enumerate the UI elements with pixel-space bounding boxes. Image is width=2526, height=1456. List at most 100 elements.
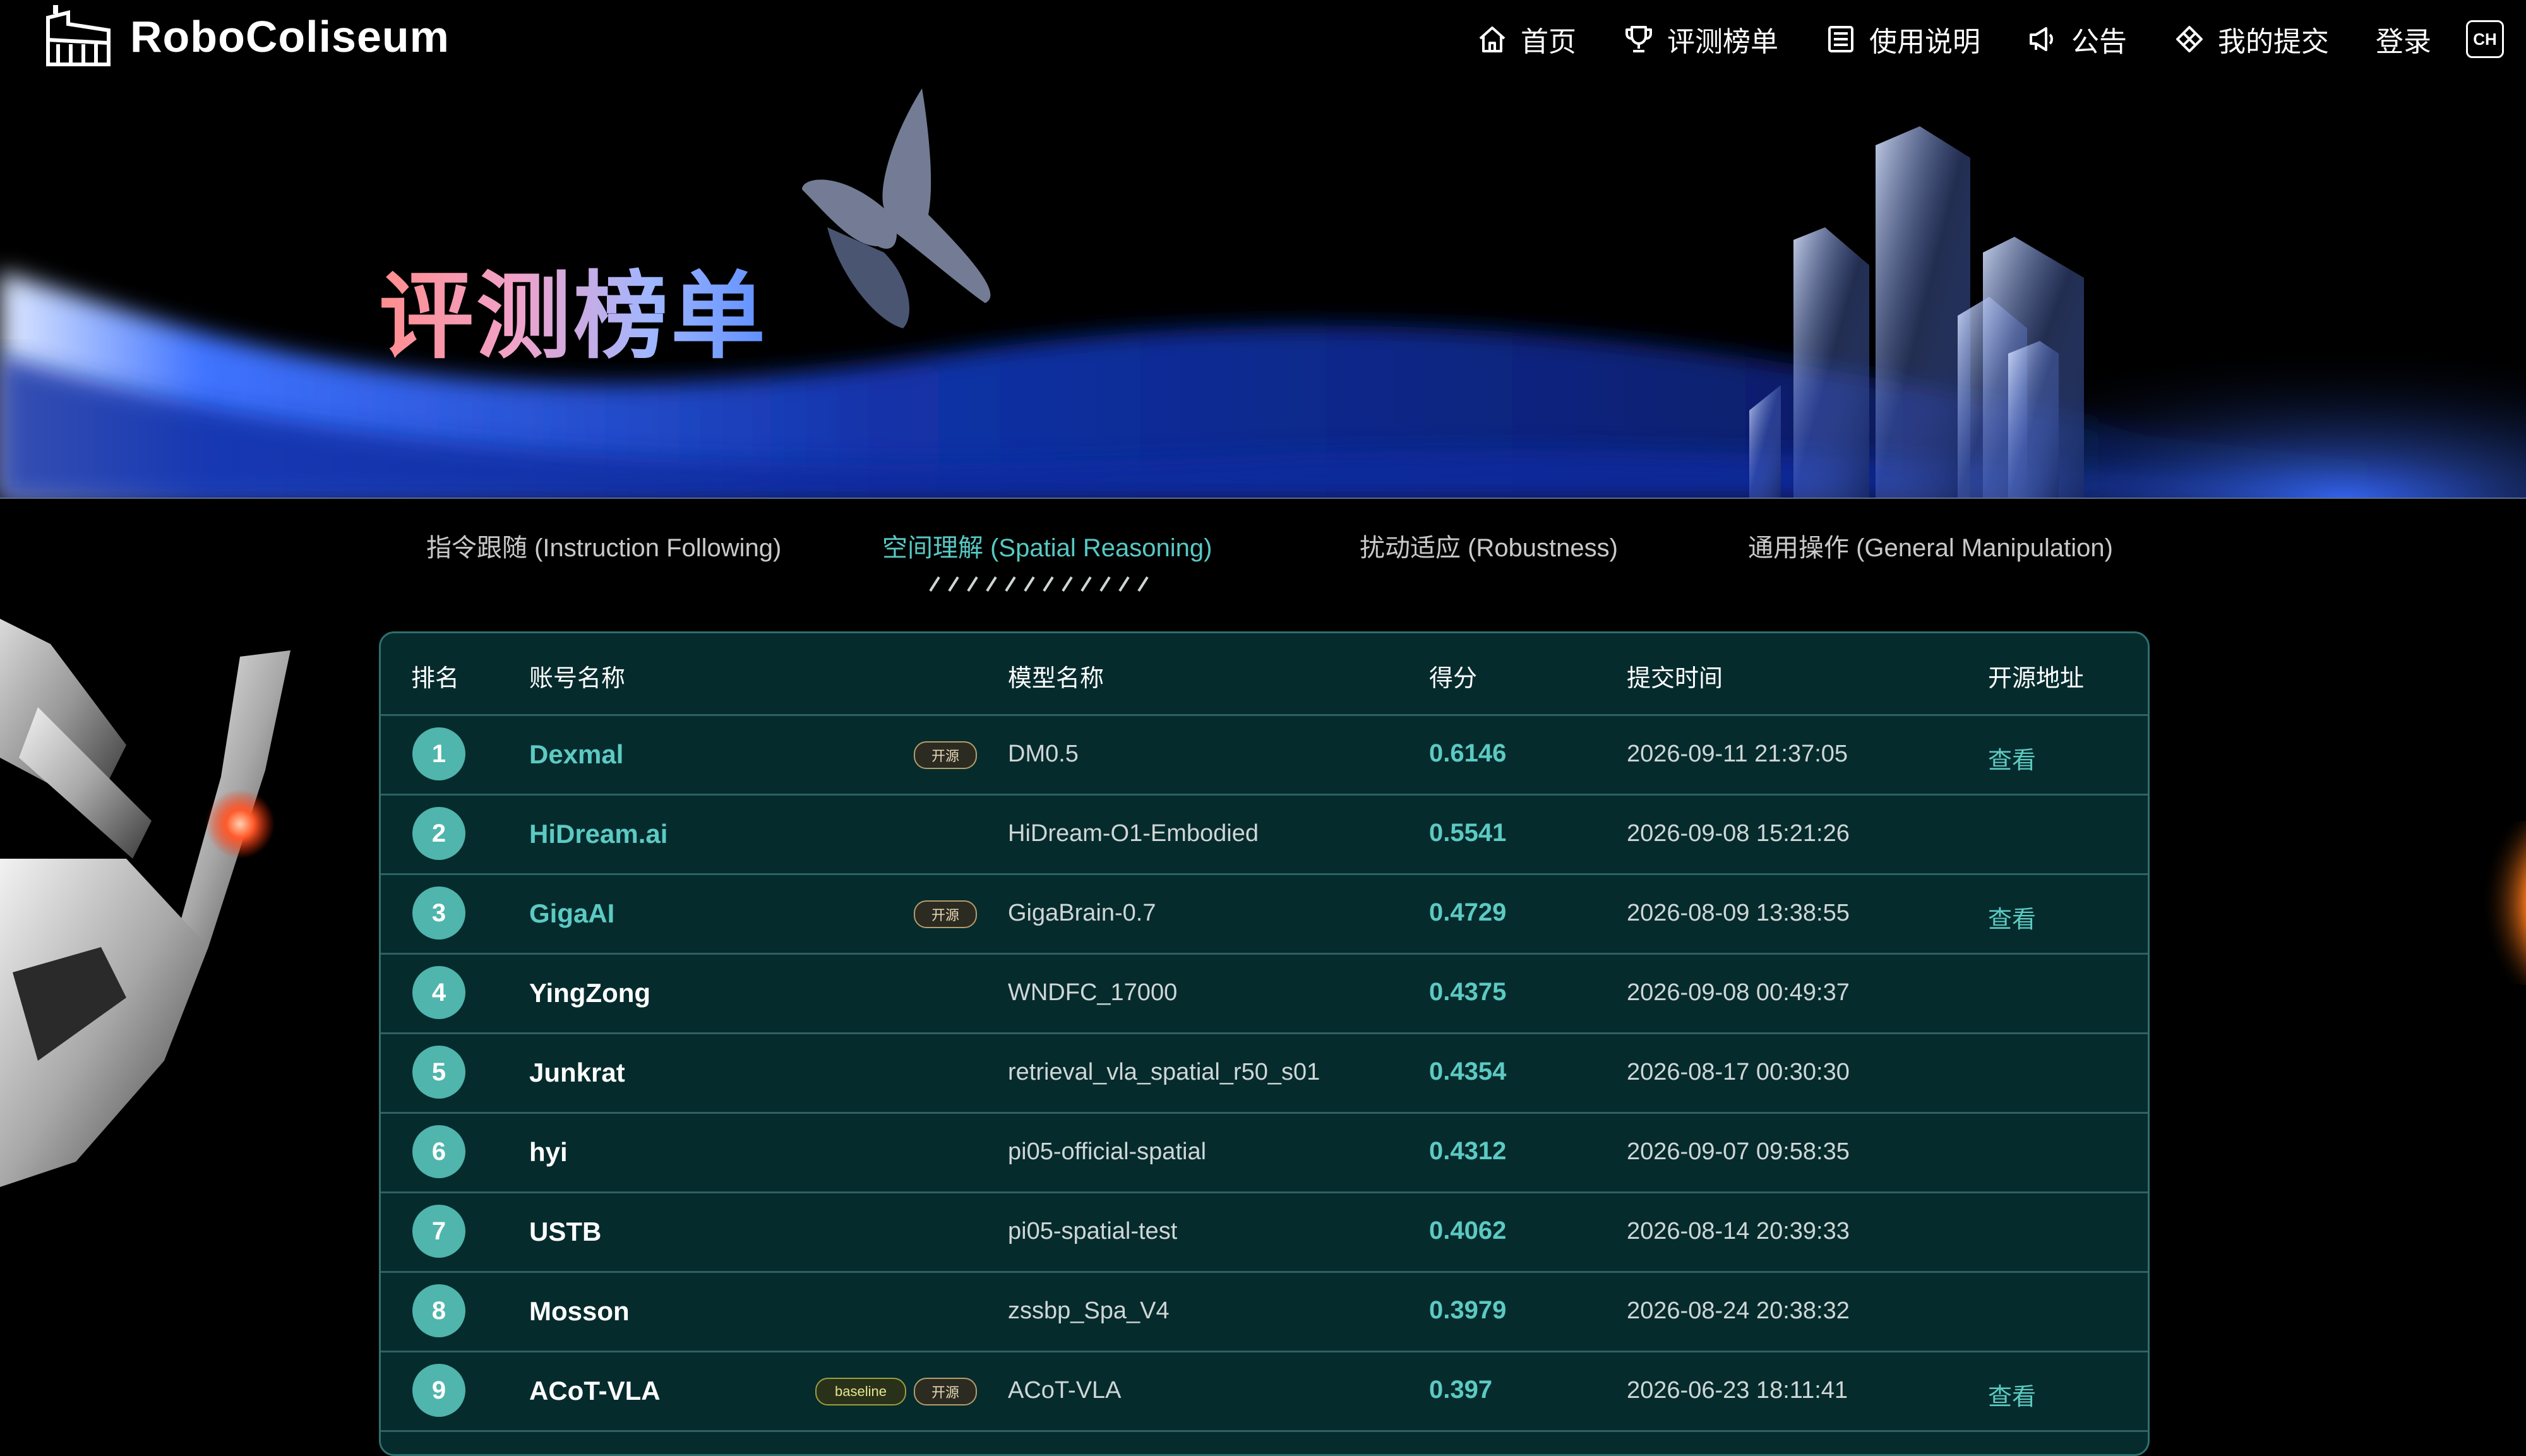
submit-time: 2026-08-09 13:38:55 bbox=[1627, 900, 1850, 926]
right-glow-decoration bbox=[2450, 821, 2526, 985]
table-row[interactable]: 1 Dexmal 开源 DM0.5 0.6146 2026-09-11 21:37:05 查… bbox=[381, 714, 2148, 796]
tab-spatial-reasoning[interactable]: 空间理解 (Spatial Reasoning) bbox=[882, 527, 1212, 564]
hero-divider bbox=[0, 498, 2526, 499]
score-value: 0.4354 bbox=[1429, 1058, 1507, 1085]
account-name: USTB bbox=[529, 1217, 602, 1246]
account-name[interactable]: GigaAI bbox=[529, 898, 614, 929]
account-name: YingZong bbox=[529, 978, 651, 1008]
table-row[interactable]: 4 YingZong WNDFC_17000 0.4375 2026-09-08 00:… bbox=[381, 953, 2148, 1034]
view-source-link[interactable]: 查看 bbox=[1988, 900, 2036, 934]
logo[interactable]: RoboColiseum bbox=[43, 5, 450, 68]
rank-badge: 4 bbox=[412, 966, 465, 1019]
model-name: WNDFC_17000 bbox=[1008, 979, 1178, 1006]
submit-time: 2026-06-23 18:11:41 bbox=[1627, 1377, 1848, 1404]
table-row[interactable]: 2 HiDream.ai HiDream-O1-Embodied 0.5541 2026… bbox=[381, 794, 2148, 875]
submit-time: 2026-08-17 00:30:30 bbox=[1627, 1059, 1850, 1085]
view-source-link[interactable]: 查看 bbox=[1988, 1377, 2036, 1412]
model-name: pi05-spatial-test bbox=[1008, 1218, 1178, 1244]
table-row[interactable]: 8 Mosson zssbp_Spa_V4 0.3979 2026-08-24 20:3… bbox=[381, 1271, 2148, 1352]
nav-home[interactable]: 首页 bbox=[1476, 19, 1576, 59]
rank-badge: 6 bbox=[412, 1125, 465, 1178]
submit-time: 2026-09-07 09:58:35 bbox=[1627, 1138, 1850, 1165]
model-name: ACoT-VLA bbox=[1008, 1377, 1122, 1404]
model-name: GigaBrain-0.7 bbox=[1008, 900, 1156, 926]
table-row[interactable]: 7 USTB pi05-spatial-test 0.4062 2026-08-14 2… bbox=[381, 1191, 2148, 1273]
account-name[interactable]: HiDream.ai bbox=[529, 819, 667, 849]
table-row[interactable]: 6 hyi pi05-official-spatial 0.4312 2026-09-0… bbox=[381, 1112, 2148, 1193]
open-source-badge: 开源 bbox=[914, 1378, 977, 1405]
score-value: 0.4062 bbox=[1429, 1217, 1507, 1244]
header-score: 得分 bbox=[1429, 665, 1478, 692]
megaphone-icon bbox=[2030, 27, 2053, 51]
score-value: 0.4312 bbox=[1429, 1137, 1507, 1165]
model-name: HiDream-O1-Embodied bbox=[1008, 820, 1259, 847]
submit-time: 2026-09-11 21:37:05 bbox=[1627, 741, 1848, 767]
table-row[interactable]: 3 GigaAI 开源 GigaBrain-0.7 0.4729 2026-08-09 1… bbox=[381, 873, 2148, 955]
header-submit-time: 提交时间 bbox=[1627, 665, 1723, 692]
nav-announcement-label: 公告 bbox=[2071, 27, 2127, 57]
tab-general-manipulation[interactable]: 通用操作 (General Manipulation) bbox=[1748, 527, 2113, 564]
page-title: 评测榜单 bbox=[379, 240, 768, 377]
nav-login-label: 登录 bbox=[2376, 27, 2431, 57]
logo-text: RoboColiseum bbox=[130, 12, 450, 61]
table-row[interactable]: 9 ACoT-VLA 开源 baseline ACoT-VLA 0.397 2026-06-… bbox=[381, 1351, 2148, 1432]
score-value: 0.6146 bbox=[1429, 739, 1507, 767]
category-tabs: 指令跟随 (Instruction Following) 空间理解 (Spati… bbox=[0, 527, 2526, 609]
active-tab-indicator bbox=[929, 576, 1149, 592]
document-icon bbox=[1828, 26, 1853, 52]
header-account: 账号名称 bbox=[529, 665, 626, 692]
open-source-badge: 开源 bbox=[914, 741, 977, 769]
account-name: Junkrat bbox=[529, 1058, 625, 1087]
rank-badge: 3 bbox=[412, 886, 465, 940]
robot-hand-decoration bbox=[0, 619, 290, 1187]
view-source-link[interactable]: 查看 bbox=[1988, 741, 2036, 775]
nav-guide-label: 使用说明 bbox=[1869, 27, 1980, 57]
rank-badge: 2 bbox=[412, 807, 465, 860]
submission-icon bbox=[2176, 26, 2203, 52]
model-name: DM0.5 bbox=[1008, 741, 1079, 767]
header-open-source: 开源地址 bbox=[1988, 665, 2085, 692]
nav-login[interactable]: 登录 bbox=[2376, 19, 2431, 59]
nav-menu: 首页 评测榜单 使用说明 公告 我的提交 登录 bbox=[1430, 19, 2431, 59]
header-model: 模型名称 bbox=[1008, 665, 1104, 692]
top-nav: RoboColiseum 首页 评测榜单 使用说明 公告 我的提交 登录 CH bbox=[0, 0, 2526, 79]
submit-time: 2026-08-14 20:39:33 bbox=[1627, 1218, 1850, 1244]
table-header: 排名 账号名称 模型名称 得分 提交时间 开源地址 bbox=[381, 633, 2148, 716]
nav-home-label: 首页 bbox=[1521, 27, 1576, 57]
score-value: 0.4729 bbox=[1429, 898, 1507, 926]
tab-robustness[interactable]: 扰动适应 (Robustness) bbox=[1360, 527, 1618, 564]
header-rank: 排名 bbox=[411, 665, 460, 692]
score-value: 0.397 bbox=[1429, 1376, 1493, 1404]
account-name: Mosson bbox=[529, 1296, 630, 1326]
rank-badge: 7 bbox=[412, 1205, 465, 1258]
submit-time: 2026-08-24 20:38:32 bbox=[1627, 1298, 1850, 1324]
language-switch-button[interactable]: CH bbox=[2466, 20, 2504, 58]
table-row[interactable]: 5 Junkrat retrieval_vla_spatial_r50_s01 0.4… bbox=[381, 1032, 2148, 1114]
rank-badge: 5 bbox=[412, 1046, 465, 1099]
model-name: retrieval_vla_spatial_r50_s01 bbox=[1008, 1059, 1320, 1085]
tab-instruction-following[interactable]: 指令跟随 (Instruction Following) bbox=[426, 527, 781, 564]
open-source-badge: 开源 bbox=[914, 900, 977, 928]
leaderboard-table: 排名 账号名称 模型名称 得分 提交时间 开源地址 1 Dexmal 开源 DM0.5… bbox=[379, 631, 2150, 1456]
trophy-icon bbox=[1625, 26, 1652, 52]
submit-time: 2026-09-08 15:21:26 bbox=[1627, 820, 1850, 847]
account-name: ACoT-VLA bbox=[529, 1376, 661, 1405]
nav-leaderboard[interactable]: 评测榜单 bbox=[1623, 19, 1778, 59]
account-name[interactable]: Dexmal bbox=[529, 739, 623, 770]
baseline-badge: baseline bbox=[815, 1378, 906, 1405]
submit-time: 2026-09-08 00:49:37 bbox=[1627, 979, 1850, 1006]
home-icon bbox=[1479, 27, 1505, 52]
account-name: hyi bbox=[529, 1137, 568, 1167]
rank-badge: 1 bbox=[412, 727, 465, 780]
rank-badge: 9 bbox=[412, 1364, 465, 1417]
model-name: pi05-official-spatial bbox=[1008, 1138, 1207, 1165]
nav-leaderboard-label: 评测榜单 bbox=[1667, 27, 1778, 57]
nav-guide[interactable]: 使用说明 bbox=[1825, 19, 1980, 59]
rank-badge: 8 bbox=[412, 1284, 465, 1337]
nav-my-submissions-label: 我的提交 bbox=[2218, 27, 2329, 57]
colosseum-icon bbox=[46, 5, 111, 66]
model-name: zssbp_Spa_V4 bbox=[1008, 1298, 1170, 1324]
score-value: 0.4375 bbox=[1429, 978, 1507, 1006]
nav-my-submissions[interactable]: 我的提交 bbox=[2174, 19, 2329, 59]
nav-announcement[interactable]: 公告 bbox=[2027, 19, 2127, 59]
